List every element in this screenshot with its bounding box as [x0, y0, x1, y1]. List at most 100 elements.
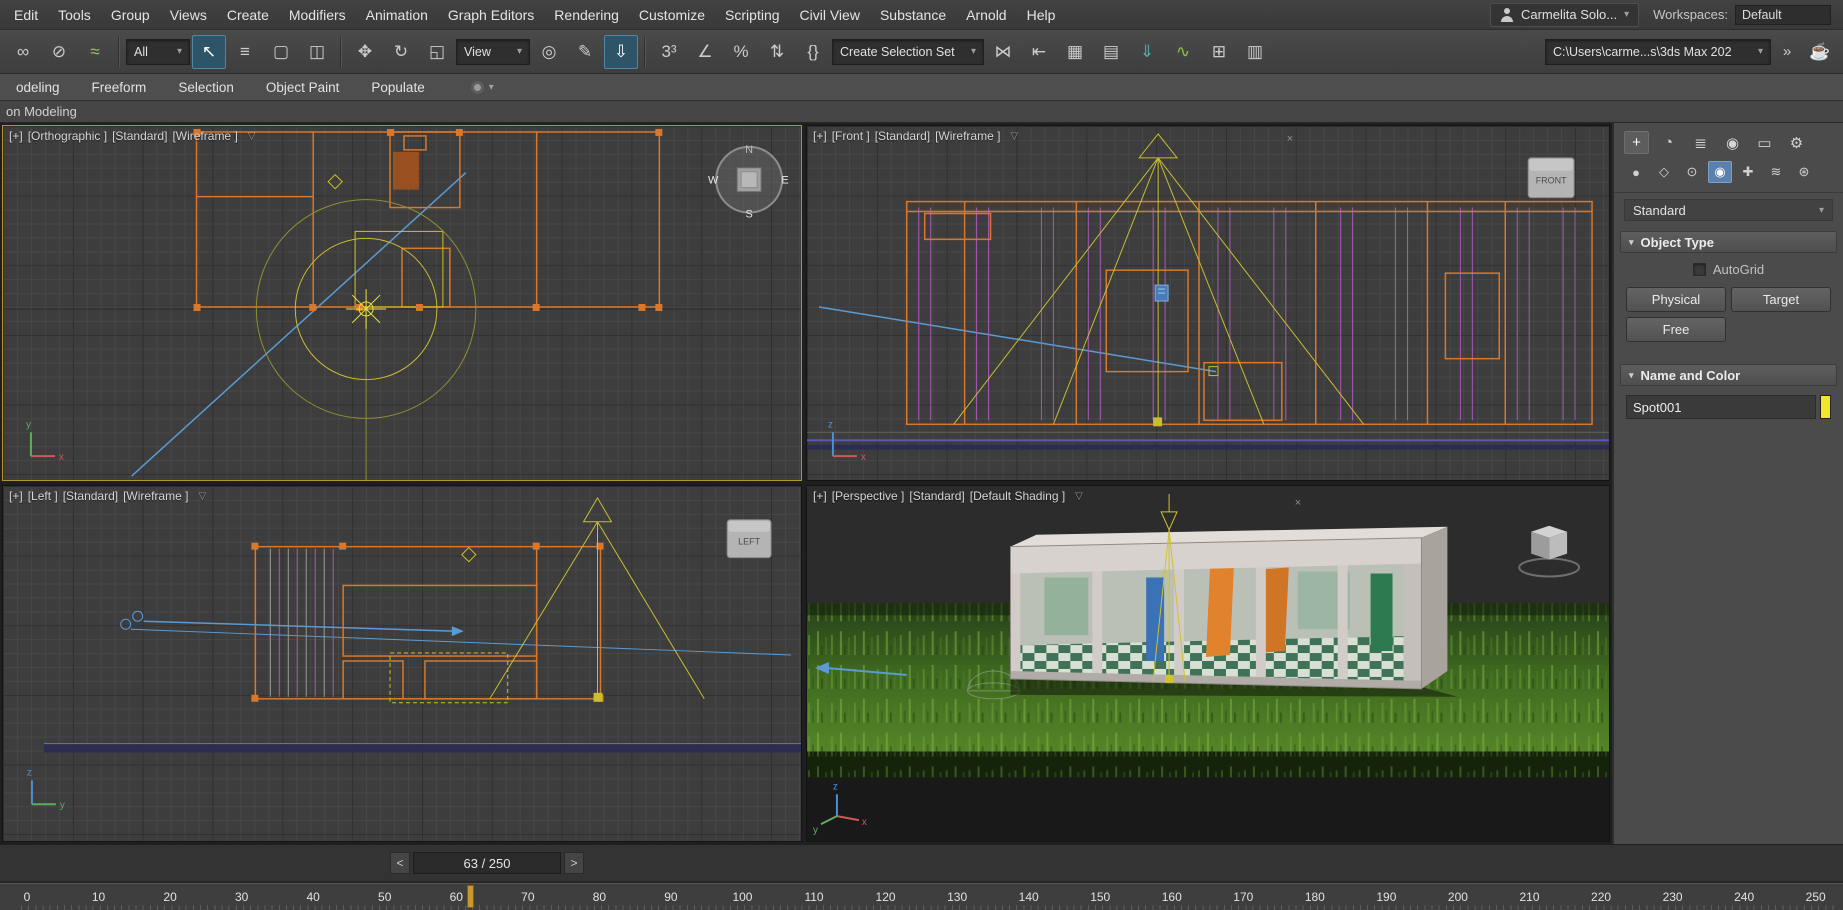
viewport-view-menu[interactable]: [Front ]: [832, 129, 870, 143]
toggle-ribbon-icon[interactable]: ⇓: [1130, 35, 1164, 69]
viewcube-front[interactable]: [1523, 152, 1581, 202]
per-view-filter-icon[interactable]: ▽: [1075, 491, 1083, 502]
selection-filter-dropdown[interactable]: All ▾: [126, 39, 190, 65]
ribbon-tab[interactable]: Object Paint: [250, 74, 356, 100]
unlink-selection-icon[interactable]: ⊘: [42, 35, 76, 69]
viewport-front[interactable]: × FRONT z x [+] [Front ]: [806, 125, 1610, 481]
project-folder-field[interactable]: C:\Users\carme...s\3ds Max 202 ▾: [1545, 39, 1771, 65]
autogrid-checkbox[interactable]: [1693, 263, 1706, 276]
modify-tab-icon[interactable]: ◔: [1656, 131, 1681, 154]
object-type-rollout-header[interactable]: ▾ Object Type: [1620, 231, 1837, 253]
object-type-button[interactable]: Physical: [1626, 287, 1726, 312]
viewport-shading-menu[interactable]: [Default Shading ]: [970, 489, 1065, 503]
angle-snap-icon[interactable]: ∠: [688, 35, 722, 69]
select-and-link-icon[interactable]: ∞: [6, 35, 40, 69]
viewport-orthographic[interactable]: N W E S y x [+] [Orthographic ] [Standar…: [2, 125, 802, 481]
window-crossing-icon[interactable]: ◫: [300, 35, 334, 69]
viewport-left[interactable]: LEFT z y [+] [Left ] [Standard] [Wirefra…: [2, 485, 802, 842]
viewport-perspective[interactable]: × z x y: [806, 485, 1610, 842]
select-by-name-icon[interactable]: ≡: [228, 35, 262, 69]
ribbon-tab[interactable]: odeling: [0, 74, 76, 100]
viewport-view-menu[interactable]: [Perspective ]: [832, 489, 905, 503]
viewport-shading-menu[interactable]: [Wireframe ]: [123, 489, 188, 503]
menu-item[interactable]: Views: [160, 0, 217, 29]
per-view-filter-icon[interactable]: ▽: [248, 131, 256, 142]
percent-snap-icon[interactable]: %: [724, 35, 758, 69]
workspace-dropdown[interactable]: Default: [1735, 5, 1831, 25]
edit-named-selection-sets-icon[interactable]: {}: [796, 35, 830, 69]
viewport-view-menu[interactable]: [Orthographic ]: [28, 129, 107, 143]
viewport-menu-button[interactable]: [+]: [9, 489, 23, 503]
ribbon-config[interactable]: ▾: [471, 74, 494, 100]
lights-category-icon[interactable]: ⊙: [1680, 161, 1704, 183]
viewcube-perspective[interactable]: [1515, 520, 1589, 582]
viewport-renderer-menu[interactable]: [Standard]: [63, 489, 118, 503]
select-object-icon[interactable]: ↖: [192, 35, 226, 69]
viewport-shading-menu[interactable]: [Wireframe ]: [172, 129, 237, 143]
viewport-renderer-menu[interactable]: [Standard]: [875, 129, 930, 143]
viewport-menu-button[interactable]: [+]: [9, 129, 23, 143]
menu-item[interactable]: Animation: [356, 0, 438, 29]
named-selection-set-combo[interactable]: Create Selection Set ▾: [832, 39, 984, 65]
toolbar-overflow-icon[interactable]: »: [1773, 35, 1801, 69]
per-view-filter-icon[interactable]: ▽: [1010, 131, 1018, 142]
reference-coordinate-dropdown[interactable]: View ▾: [456, 39, 530, 65]
use-pivot-point-center-icon[interactable]: ◎: [532, 35, 566, 69]
schematic-view-icon[interactable]: ⊞: [1202, 35, 1236, 69]
menu-item[interactable]: Create: [217, 0, 279, 29]
layer-explorer-icon[interactable]: ▤: [1094, 35, 1128, 69]
helpers-category-icon[interactable]: ✚: [1736, 161, 1760, 183]
timeline-ruler[interactable]: 0102030405060708090100110120130140150160…: [0, 881, 1843, 910]
view-compass[interactable]: [713, 142, 789, 218]
menu-item[interactable]: Civil View: [790, 0, 870, 29]
rectangular-selection-icon[interactable]: ▢: [264, 35, 298, 69]
keyboard-override-icon[interactable]: ⇩: [604, 35, 638, 69]
menu-item[interactable]: Scripting: [715, 0, 789, 29]
spinner-snap-icon[interactable]: ⇅: [760, 35, 794, 69]
render-production-icon[interactable]: ☕: [1803, 35, 1837, 69]
select-and-manipulate-icon[interactable]: ✎: [568, 35, 602, 69]
scene-explorer-icon[interactable]: ▦: [1058, 35, 1092, 69]
menu-item[interactable]: Modifiers: [279, 0, 356, 29]
menu-item[interactable]: Rendering: [544, 0, 629, 29]
viewport-renderer-menu[interactable]: [Standard]: [909, 489, 964, 503]
current-frame-marker[interactable]: [467, 885, 474, 908]
render-setup-icon[interactable]: ▥: [1238, 35, 1272, 69]
align-icon[interactable]: ⇤: [1022, 35, 1056, 69]
viewport-menu-button[interactable]: [+]: [813, 129, 827, 143]
previous-frame-button[interactable]: <: [390, 852, 410, 874]
create-tab-icon[interactable]: +: [1624, 131, 1649, 154]
systems-category-icon[interactable]: ⊛: [1792, 161, 1816, 183]
snap-toggle-3d-icon[interactable]: 3³: [652, 35, 686, 69]
ribbon-tab[interactable]: Freeform: [76, 74, 163, 100]
menu-item[interactable]: Tools: [48, 0, 101, 29]
mirror-icon[interactable]: ⋈: [986, 35, 1020, 69]
select-and-rotate-icon[interactable]: ↻: [384, 35, 418, 69]
select-and-move-icon[interactable]: ✥: [348, 35, 382, 69]
name-color-rollout-header[interactable]: ▾ Name and Color: [1620, 364, 1837, 386]
curve-editor-icon[interactable]: ∿: [1166, 35, 1200, 69]
ribbon-tab[interactable]: Selection: [162, 74, 250, 100]
space-warps-category-icon[interactable]: ≋: [1764, 161, 1788, 183]
menu-item[interactable]: Help: [1017, 0, 1066, 29]
menu-item[interactable]: Substance: [870, 0, 956, 29]
object-type-button[interactable]: Target: [1731, 287, 1831, 312]
object-name-field[interactable]: [1626, 395, 1816, 419]
bind-to-space-warp-icon[interactable]: ≈: [78, 35, 112, 69]
camera-type-dropdown[interactable]: Standard ▾: [1624, 199, 1833, 221]
menu-item[interactable]: Customize: [629, 0, 715, 29]
viewport-shading-menu[interactable]: [Wireframe ]: [935, 129, 1000, 143]
viewport-menu-button[interactable]: [+]: [813, 489, 827, 503]
menu-item[interactable]: Arnold: [956, 0, 1016, 29]
viewport-view-menu[interactable]: [Left ]: [28, 489, 58, 503]
motion-tab-icon[interactable]: ◉: [1720, 131, 1745, 154]
shapes-category-icon[interactable]: ◇: [1652, 161, 1676, 183]
user-account-menu[interactable]: Carmelita Solo... ▾: [1490, 3, 1639, 27]
select-and-scale-icon[interactable]: ◱: [420, 35, 454, 69]
frame-number-display[interactable]: 63 / 250: [413, 852, 561, 874]
hierarchy-tab-icon[interactable]: ≣: [1688, 131, 1713, 154]
menu-item[interactable]: Graph Editors: [438, 0, 544, 29]
object-color-swatch[interactable]: [1820, 395, 1831, 419]
viewcube-left[interactable]: [723, 514, 779, 564]
display-tab-icon[interactable]: ▭: [1752, 131, 1777, 154]
